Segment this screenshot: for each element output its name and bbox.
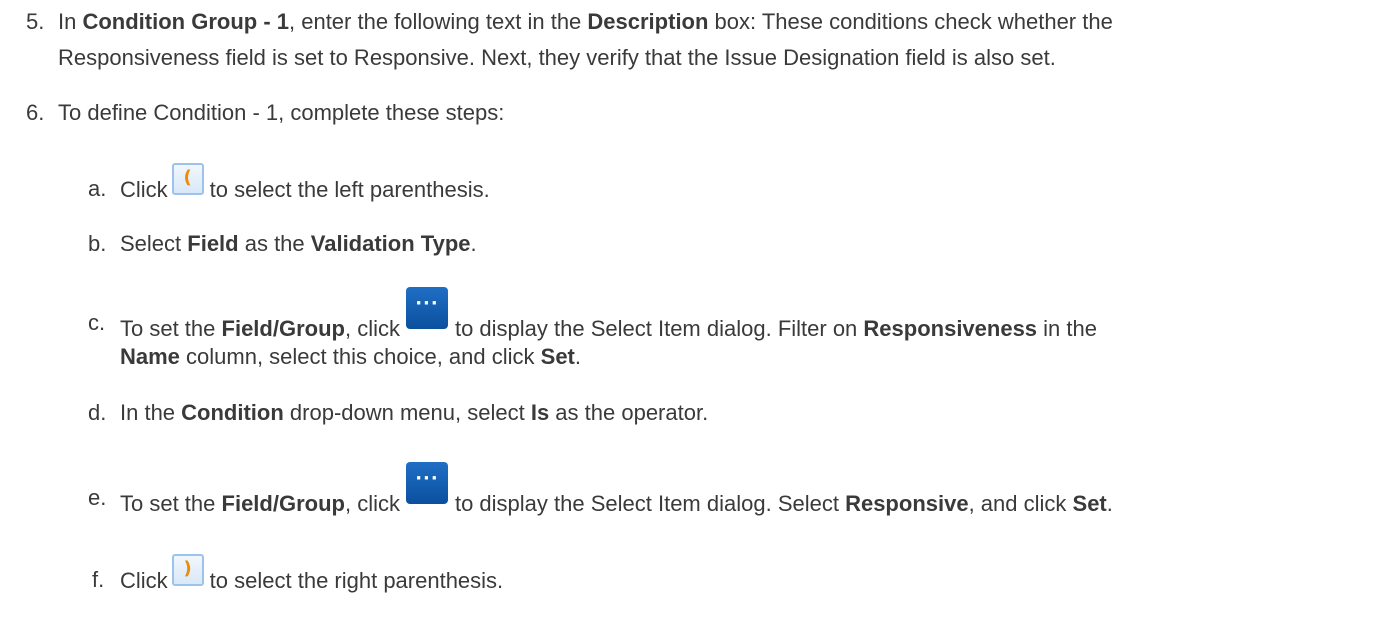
bold-text: Field/Group (221, 490, 345, 516)
bold-text: Responsive (845, 490, 969, 516)
ellipsis-button-icon: ··· (405, 462, 448, 504)
substep-b-line: Select Field as the Validation Type. (120, 230, 477, 258)
text: , click (344, 315, 400, 341)
text: In the (120, 400, 182, 425)
step-5-number: 5. (26, 9, 45, 34)
text: . (574, 344, 582, 369)
text: to display the Select Item dialog. Filte… (454, 315, 864, 341)
text: In (58, 9, 83, 34)
bold-text: Responsiveness (863, 315, 1038, 341)
bold-text: Name (120, 344, 180, 369)
text: in the (1037, 315, 1097, 341)
text: as the operator. (549, 400, 709, 425)
text: Click (120, 176, 168, 202)
text: , enter the following text in the (289, 9, 588, 34)
substep-d-line: In the Condition drop-down menu, select … (120, 399, 708, 427)
substep-c-letter: c. (88, 310, 106, 335)
ellipsis-button-icon: ··· (405, 287, 448, 329)
bold-text: Description (587, 9, 709, 34)
bold-text: Is (530, 400, 550, 425)
text: to select the left parenthesis. (209, 176, 490, 202)
substep-f-letter: f. (92, 567, 105, 592)
substep-a-line: Click ( to select the left parenthesis. (120, 163, 490, 207)
text: , click (344, 490, 400, 516)
left-parenthesis-button-icon: ( (171, 163, 204, 195)
substep-b-letter: b. (88, 231, 107, 256)
substep-e-letter: e. (88, 485, 107, 510)
right-parenthesis-glyph: ) (183, 558, 192, 579)
bold-text: Condition Group - 1 (82, 9, 289, 34)
left-parenthesis-glyph: ( (183, 167, 192, 188)
step-6-text: To define Condition - 1, complete these … (58, 100, 505, 125)
instructions-document: 5. In Condition Group - 1, enter the fol… (0, 0, 1397, 624)
substep-f-line: Click) to select the right parenthesis. (120, 554, 504, 598)
text: Select (120, 231, 188, 256)
substep-c-line-2: Name column, select this choice, and cli… (120, 343, 581, 371)
bold-text: Set (540, 344, 575, 369)
ellipsis-glyph: ··· (415, 293, 439, 314)
text: box: These conditions check whether the (708, 9, 1113, 34)
ellipsis-glyph: ··· (415, 468, 439, 489)
step-5-line-1: In Condition Group - 1, enter the follow… (58, 8, 1113, 36)
bold-text: Field (187, 231, 239, 256)
text: Click (120, 567, 168, 593)
text: To set the (120, 315, 222, 341)
text: . (470, 231, 477, 256)
bold-text: Condition (181, 400, 284, 425)
text: . (1106, 490, 1113, 516)
substep-d-letter: d. (88, 400, 107, 425)
text: , and click (968, 490, 1073, 516)
substep-a-letter: a. (88, 176, 107, 201)
text: to select the right parenthesis. (209, 567, 504, 593)
bold-text: Validation Type (310, 231, 471, 256)
bold-text: Field/Group (221, 315, 345, 341)
text: to display the Select Item dialog. Selec… (454, 490, 846, 516)
step-6-number: 6. (26, 100, 45, 125)
substep-e-line: To set the Field/Group, click ··· to displ… (120, 462, 1113, 526)
text: as the (238, 231, 311, 256)
text: To set the (120, 490, 222, 516)
text: drop-down menu, select (283, 400, 531, 425)
text: column, select this choice, and click (179, 344, 541, 369)
step-5-line-2: Responsiveness field is set to Responsiv… (58, 45, 1056, 70)
right-parenthesis-button-icon: ) (171, 554, 204, 586)
bold-text: Set (1072, 490, 1107, 516)
